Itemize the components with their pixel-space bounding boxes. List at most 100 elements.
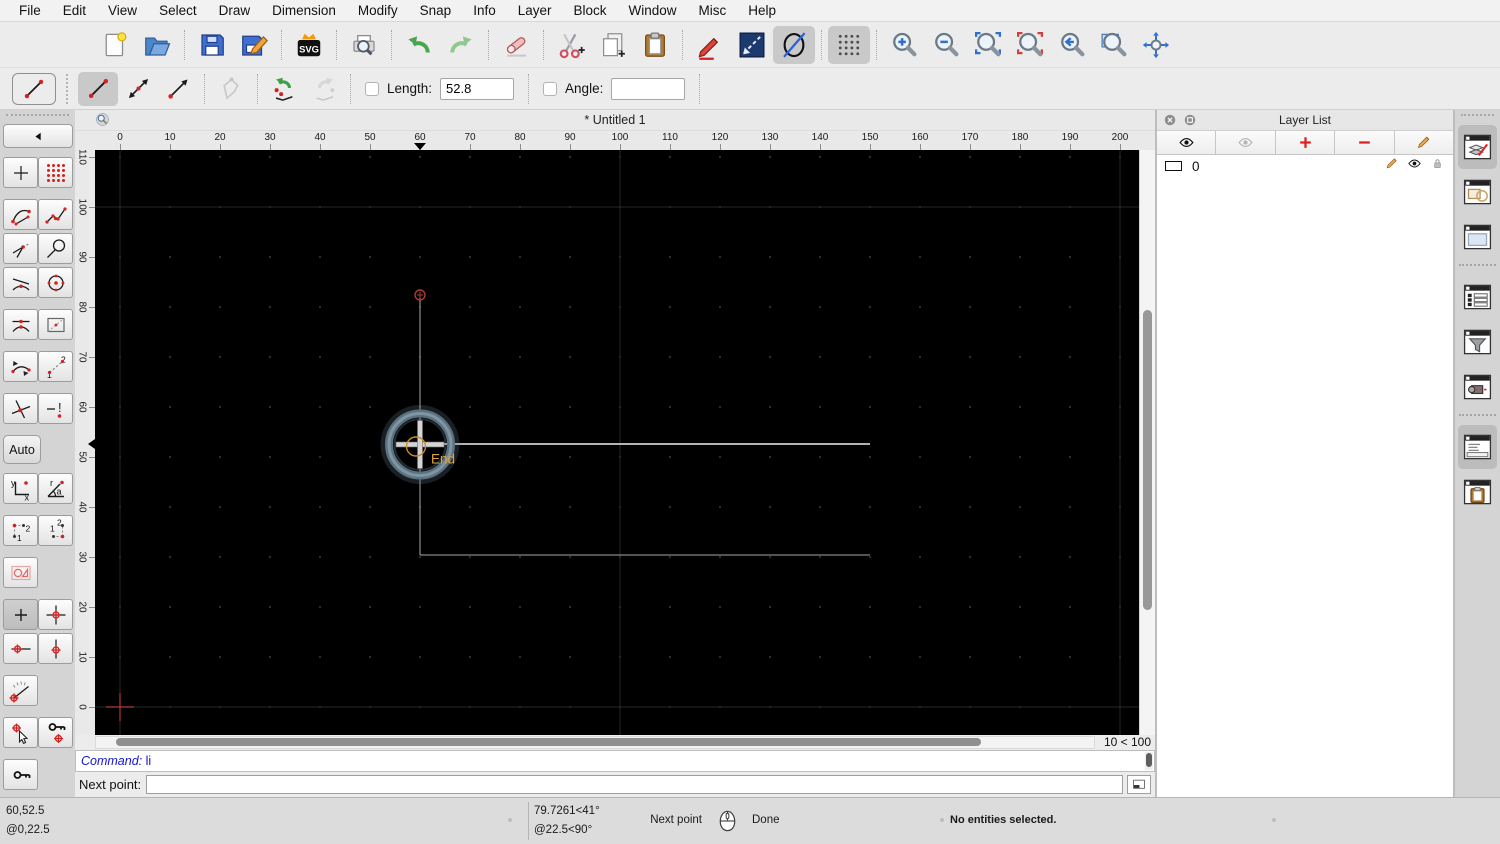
dock-block-list-button[interactable]: [1458, 170, 1497, 214]
command-history-scrollbar[interactable]: [1145, 752, 1153, 771]
line-two-points-button[interactable]: [78, 71, 118, 106]
print-preview-button[interactable]: [343, 26, 385, 64]
undock-icon[interactable]: [1183, 113, 1197, 127]
horizontal-scrollbar[interactable]: [95, 735, 1095, 749]
redo-button[interactable]: [440, 26, 482, 64]
snap-center-button[interactable]: [38, 267, 73, 298]
restrict-area-button[interactable]: [38, 309, 73, 340]
dock-device-button[interactable]: [1458, 365, 1497, 409]
undo-sequence-button[interactable]: [264, 72, 304, 106]
coordinate-polar-button[interactable]: ra: [38, 473, 73, 504]
snap-distance-points-button[interactable]: 12: [38, 351, 73, 382]
dock-command-line-button[interactable]: [1458, 425, 1497, 469]
menu-item-misc[interactable]: Misc: [688, 3, 738, 18]
line-angle-button[interactable]: [118, 72, 158, 106]
pen-attributes-button[interactable]: [689, 26, 731, 64]
keyhole-button[interactable]: [3, 759, 38, 790]
set-relative-zero-button[interactable]: [3, 717, 38, 748]
vertical-scrollbar[interactable]: [1139, 149, 1155, 735]
menu-item-file[interactable]: File: [8, 3, 52, 18]
hide-all-layers-button[interactable]: [1216, 131, 1276, 154]
coordinate-cartesian-button[interactable]: yx: [3, 473, 38, 504]
sidebar-handle[interactable]: [6, 114, 69, 121]
lock-relative-zero-button[interactable]: [38, 717, 73, 748]
open-file-button[interactable]: [136, 26, 178, 64]
command-history[interactable]: Command: li: [75, 750, 1155, 773]
snap-grid-button[interactable]: [38, 157, 73, 188]
dock-handle[interactable]: [1461, 114, 1494, 121]
snap-intersection-info-button[interactable]: !: [38, 393, 73, 424]
undo-button[interactable]: [398, 26, 440, 64]
snap-free-button[interactable]: [3, 157, 38, 188]
angle-checkbox[interactable]: [543, 81, 558, 96]
zoom-out-button[interactable]: [925, 26, 967, 64]
horizontal-scrollbar-thumb[interactable]: [116, 738, 981, 747]
show-all-layers-button[interactable]: [1157, 131, 1217, 154]
snap-distance-button[interactable]: [3, 351, 38, 382]
layer-visibility-button[interactable]: [1399, 156, 1422, 176]
zoom-redraw-button[interactable]: [1051, 26, 1093, 64]
add-layer-button[interactable]: [1276, 131, 1336, 154]
menu-item-layer[interactable]: Layer: [507, 3, 563, 18]
snap-tangent-button[interactable]: [38, 233, 73, 264]
delete-entities-button[interactable]: [495, 26, 537, 64]
menu-item-draw[interactable]: Draw: [208, 3, 262, 18]
grid-toggle-button[interactable]: [828, 25, 870, 64]
relative-point-2-button[interactable]: 12: [38, 515, 73, 546]
snap-endpoint-button[interactable]: [3, 199, 38, 230]
length-checkbox[interactable]: [365, 81, 379, 96]
redo-sequence-button[interactable]: [304, 72, 344, 106]
keyboard-toggle-button[interactable]: [1127, 775, 1151, 795]
snap-intersection-manual-button[interactable]: [3, 233, 38, 264]
save-button[interactable]: [191, 26, 233, 64]
svg-export-button[interactable]: SVG: [288, 26, 330, 64]
line-arrow-button[interactable]: [158, 72, 198, 106]
snap-nearest-button[interactable]: [3, 267, 38, 298]
line-attributes-button[interactable]: [731, 26, 773, 64]
menu-item-modify[interactable]: Modify: [347, 3, 409, 18]
zoom-auto-button[interactable]: [967, 26, 1009, 64]
dock-clipboard-button[interactable]: [1458, 470, 1497, 514]
layer-row[interactable]: 0: [1157, 155, 1453, 177]
snap-intersection-button[interactable]: [3, 393, 38, 424]
relative-point-1-button[interactable]: 12: [3, 515, 38, 546]
menu-item-view[interactable]: View: [97, 3, 148, 18]
snap-middle-button[interactable]: [3, 309, 38, 340]
polyline-button[interactable]: [211, 72, 251, 106]
menu-item-info[interactable]: Info: [462, 3, 507, 18]
menu-item-snap[interactable]: Snap: [409, 3, 463, 18]
toolbar-handle[interactable]: [66, 73, 72, 104]
command-history-scrollbar-thumb[interactable]: [1146, 753, 1152, 768]
command-input[interactable]: [146, 775, 1123, 795]
cut-button[interactable]: [550, 26, 592, 64]
zoom-pan-button[interactable]: [1135, 26, 1177, 64]
paste-button[interactable]: [634, 26, 676, 64]
sidebar-collapse-button[interactable]: [3, 124, 73, 148]
dock-layer-list-button[interactable]: [1458, 125, 1497, 169]
angle-snap-button[interactable]: [3, 675, 38, 706]
dock-entity-list-button[interactable]: [1458, 275, 1497, 319]
layer-edit-button[interactable]: [1376, 156, 1399, 176]
restrict-orthogonal-button[interactable]: [38, 599, 73, 630]
menu-item-window[interactable]: Window: [618, 3, 688, 18]
snap-on-entity-button[interactable]: [38, 199, 73, 230]
zoom-previous-button[interactable]: [1009, 26, 1051, 64]
copy-button[interactable]: [592, 26, 634, 64]
restrict-nothing-button[interactable]: [3, 599, 38, 630]
menu-item-dimension[interactable]: Dimension: [261, 3, 347, 18]
new-file-button[interactable]: [94, 26, 136, 64]
drawing-canvas[interactable]: End: [95, 149, 1139, 735]
restrict-horizontal-button[interactable]: [3, 633, 38, 664]
vertical-scrollbar-thumb[interactable]: [1143, 309, 1152, 610]
length-input[interactable]: [440, 77, 515, 100]
exclusive-snap-button[interactable]: [3, 557, 38, 588]
menu-item-select[interactable]: Select: [148, 3, 208, 18]
layer-color-swatch[interactable]: [1165, 161, 1182, 171]
layer-lock-button[interactable]: [1422, 156, 1445, 176]
remove-layer-button[interactable]: [1335, 131, 1395, 154]
dock-library-browser-button[interactable]: [1458, 215, 1497, 259]
save-as-button[interactable]: [233, 26, 275, 64]
zoom-in-button[interactable]: [883, 26, 925, 64]
dock-filter-button[interactable]: [1458, 320, 1497, 364]
modify-layer-button[interactable]: [1395, 131, 1453, 154]
